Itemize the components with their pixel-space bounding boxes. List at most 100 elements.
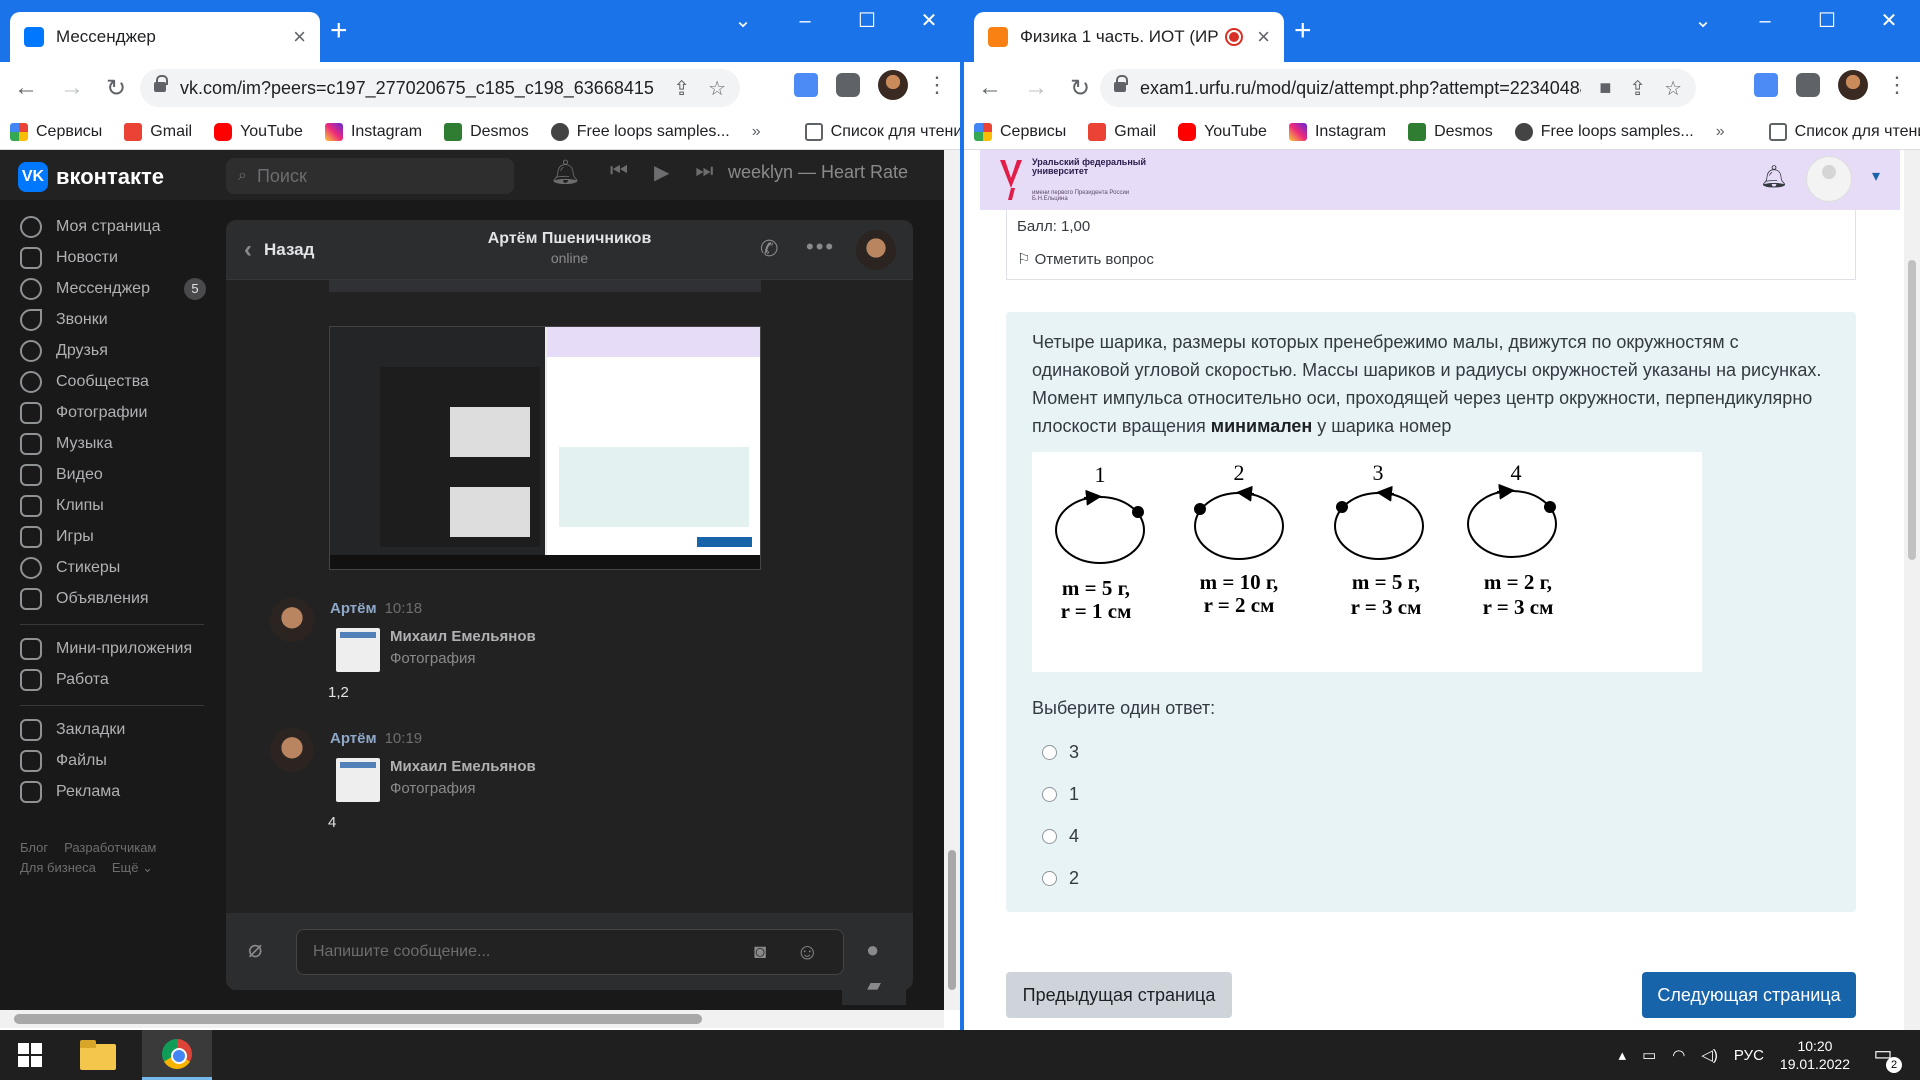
answer-option[interactable]: 2 [1042, 868, 1079, 889]
chevron-down-icon[interactable]: ⌄ [712, 8, 774, 34]
forwarded-author[interactable]: Михаил Емельянов [390, 628, 536, 645]
vertical-scrollbar[interactable] [1904, 150, 1920, 1030]
chrome-taskbar-button[interactable] [142, 1030, 212, 1080]
sidebar-item-games[interactable]: Игры [20, 522, 94, 552]
sidebar-item-ads-board[interactable]: Объявления [20, 584, 149, 614]
chevron-down-icon[interactable]: ⌄ [1672, 8, 1734, 34]
next-track-icon[interactable]: ⏭︎ [695, 160, 713, 185]
caret-down-icon[interactable]: ▾ [1872, 166, 1880, 186]
sidebar-item-communities[interactable]: Сообщества [20, 367, 149, 397]
forward-arrow-icon[interactable]: → [60, 74, 84, 102]
previous-photo-bottom[interactable] [329, 280, 761, 292]
option-label[interactable]: 4 [1069, 826, 1079, 847]
address-bar[interactable]: vk.com/im?peers=c197_277020675_c185_c198… [140, 69, 740, 107]
radio-button[interactable] [1042, 871, 1057, 886]
maximize-icon[interactable]: ☐ [1796, 8, 1858, 34]
reload-icon[interactable]: ↻ [106, 74, 126, 103]
author-name[interactable]: Артём [330, 600, 377, 617]
bookmark-services[interactable]: Сервисы [974, 123, 1066, 141]
camera-icon[interactable]: ◙ [754, 941, 766, 964]
bookmarks-more-icon[interactable]: » [1716, 123, 1725, 141]
play-icon[interactable]: ▶︎ [654, 160, 669, 185]
answer-option[interactable]: 1 [1042, 784, 1079, 805]
bookmark-gmail[interactable]: Gmail [1088, 123, 1156, 141]
footer-link-developers[interactable]: Разработчикам [64, 840, 156, 855]
now-playing-track[interactable]: weeklyn — Heart Rate [728, 162, 908, 183]
horizontal-scrollbar[interactable] [0, 1010, 944, 1028]
minimize-icon[interactable]: – [1734, 8, 1796, 34]
attach-paperclip-icon[interactable]: ⌀ [248, 935, 262, 964]
sidebar-item-video[interactable]: Видео [20, 460, 103, 490]
more-dots-icon[interactable]: ••• [806, 234, 835, 260]
option-label[interactable]: 3 [1069, 742, 1079, 763]
notifications-bell-icon[interactable]: 🔔︎ [550, 158, 580, 187]
notification-bell-icon[interactable]: 🔔︎ [1760, 164, 1788, 190]
translate-extension-icon[interactable] [1754, 73, 1778, 97]
camera-in-use-icon[interactable]: ■ [1599, 77, 1611, 100]
radio-button[interactable] [1042, 787, 1057, 802]
bookmark-star-icon[interactable]: ☆ [1664, 76, 1682, 101]
forward-arrow-icon[interactable]: → [1024, 74, 1048, 102]
sidebar-item-news[interactable]: Новости [20, 243, 118, 273]
start-button[interactable] [0, 1030, 60, 1080]
volume-icon[interactable]: ◁) [1701, 1046, 1718, 1064]
bookmark-instagram[interactable]: Instagram [1288, 123, 1386, 141]
previous-page-button[interactable]: Предыдущая страница [1006, 972, 1232, 1018]
bookmark-free-loops[interactable]: Free loops samples... [1514, 123, 1694, 141]
close-window-icon[interactable]: ✕ [898, 8, 960, 34]
address-bar[interactable]: exam1.urfu.ru/mod/quiz/attempt.php?attem… [1100, 69, 1696, 107]
user-avatar[interactable] [1806, 156, 1852, 202]
close-window-icon[interactable]: ✕ [1858, 8, 1920, 34]
bookmark-youtube[interactable]: YouTube [1178, 123, 1267, 141]
radio-button[interactable] [1042, 829, 1057, 844]
profile-avatar[interactable] [878, 70, 908, 100]
forwarded-author[interactable]: Михаил Емельянов [390, 758, 536, 775]
file-explorer-icon[interactable] [80, 1038, 120, 1072]
sidebar-item-jobs[interactable]: Работа [20, 665, 109, 695]
maximize-icon[interactable]: ☐ [836, 8, 898, 34]
photo-attachment[interactable] [329, 326, 761, 570]
tab-messenger[interactable]: Мессенджер × [10, 12, 320, 62]
notifications-center-icon[interactable]: ▭ 2 [1866, 1041, 1902, 1073]
menu-dots-icon[interactable]: ⋮ [1886, 72, 1908, 98]
sidebar-item-photos[interactable]: Фотографии [20, 398, 147, 428]
answer-option[interactable]: 4 [1042, 826, 1079, 847]
sidebar-item-music[interactable]: Музыка [20, 429, 113, 459]
vk-logo[interactable]: VK вконтакте [18, 162, 164, 192]
tray-chevron-up-icon[interactable]: ▴ [1619, 1046, 1627, 1064]
bookmark-instagram[interactable]: Instagram [324, 123, 422, 141]
back-arrow-icon[interactable]: ← [14, 74, 38, 102]
scrollbar-thumb[interactable] [1908, 260, 1916, 560]
sidebar-item-clips[interactable]: Клипы [20, 491, 104, 521]
new-tab-button[interactable]: + [330, 16, 348, 46]
share-icon[interactable]: ⇪ [1629, 76, 1646, 101]
sidebar-item-my-page[interactable]: Моя страница [20, 212, 160, 242]
scrollbar-thumb[interactable] [948, 850, 956, 990]
new-tab-button[interactable]: + [1294, 16, 1312, 46]
reading-list[interactable]: Список для чтения [804, 123, 960, 141]
urfu-logo-icon[interactable] [998, 158, 1024, 202]
sidebar-item-bookmarks[interactable]: Закладки [20, 715, 125, 745]
author-avatar[interactable] [270, 728, 314, 772]
wifi-icon[interactable]: ◠ [1672, 1046, 1685, 1064]
microphone-icon[interactable]: ● [866, 937, 879, 963]
footer-link-business[interactable]: Для бизнеса [20, 860, 96, 876]
share-icon[interactable]: ⇪ [673, 76, 690, 101]
call-phone-icon[interactable]: ✆ [760, 236, 778, 262]
tab-quiz[interactable]: Физика 1 часть. ИОТ (ИРИТ × [974, 12, 1284, 62]
sidebar-item-calls[interactable]: Звонки [20, 305, 108, 335]
radio-button[interactable] [1042, 745, 1057, 760]
footer-link-blog[interactable]: Блог [20, 840, 48, 855]
bookmark-desmos[interactable]: Desmos [444, 123, 529, 141]
bookmark-free-loops[interactable]: Free loops samples... [550, 123, 730, 141]
forwarded-thumb[interactable] [336, 758, 380, 802]
sidebar-item-friends[interactable]: Друзья [20, 336, 108, 366]
author-name[interactable]: Артём [330, 730, 377, 747]
bookmark-gmail[interactable]: Gmail [124, 123, 192, 141]
vk-search-input[interactable]: ⌕ Поиск [226, 158, 514, 194]
flag-question-link[interactable]: ⚐ Отметить вопрос [1017, 250, 1154, 268]
peer-avatar[interactable] [856, 230, 896, 270]
sidebar-item-advertising[interactable]: Реклама [20, 777, 120, 807]
emoji-smile-icon[interactable]: ☺ [796, 939, 818, 965]
language-indicator[interactable]: РУС [1734, 1047, 1764, 1064]
